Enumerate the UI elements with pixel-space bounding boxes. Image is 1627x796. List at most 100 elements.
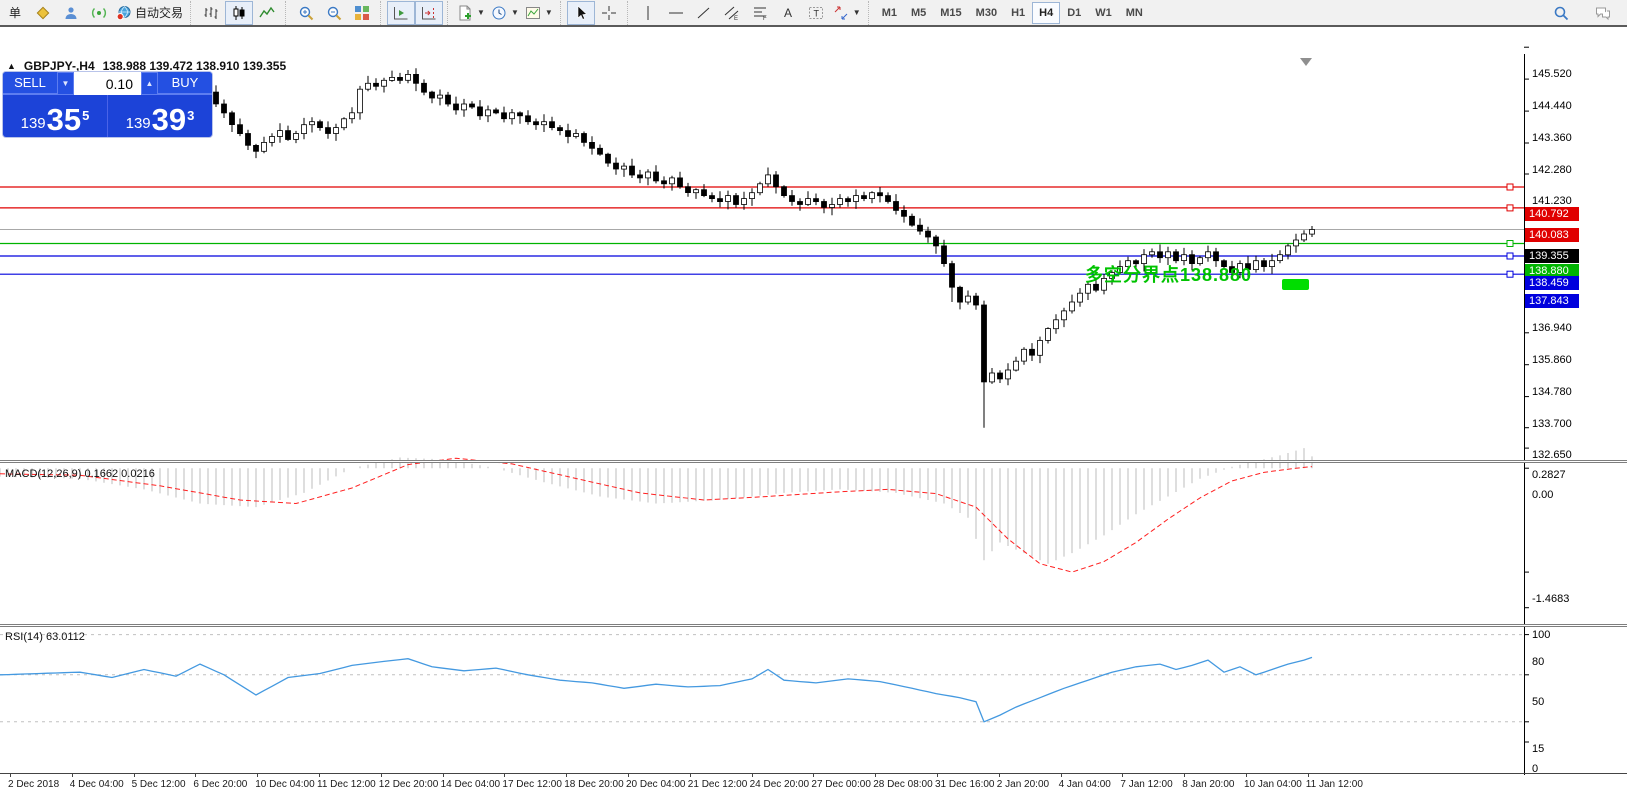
price-label-138.459: 138.459 <box>1525 275 1579 290</box>
chart-shift-marker[interactable] <box>1300 58 1312 66</box>
toolbar-group-pointer <box>559 0 627 25</box>
fibonacci-button[interactable]: F <box>746 1 774 25</box>
chart-canvas[interactable] <box>0 27 1627 773</box>
date-tick <box>380 773 382 777</box>
zoom-in-button[interactable] <box>292 1 320 25</box>
date-tick <box>133 773 135 777</box>
gold-icon <box>35 5 51 21</box>
time-axis[interactable]: 2 Dec 2018 4 Dec 04:00 5 Dec 12:00 6 Dec 20… <box>0 773 1627 796</box>
hline-handle-138.880[interactable] <box>1506 240 1514 247</box>
candles-icon <box>231 5 247 21</box>
toolbar-group-zoom <box>285 0 380 25</box>
text-label-button[interactable]: T <box>802 1 830 25</box>
signals-button[interactable] <box>85 1 113 25</box>
chevron-down-icon[interactable]: ▼ <box>545 8 553 17</box>
chart-window[interactable]: ▲ GBPJPY-,H4 138.988 139.472 138.910 139… <box>0 27 1627 790</box>
volume-increase-button[interactable]: ▲ <box>141 72 158 95</box>
buy-button[interactable]: BUY <box>158 72 212 95</box>
date-tick <box>1122 773 1124 777</box>
template-icon <box>525 5 541 21</box>
bull-bear-line-annotation: 多空分界点138.880 <box>1085 265 1253 285</box>
tf-m1[interactable]: M1 <box>875 2 904 24</box>
hline-handle-140.083[interactable] <box>1506 204 1514 212</box>
tile-windows-button[interactable] <box>348 1 376 25</box>
tf-m1-label: M1 <box>881 6 897 19</box>
indicators-button[interactable]: ▼ <box>454 1 488 25</box>
price-tick-144.440: 144.440 <box>1532 100 1572 113</box>
price-tick-132.650: 132.650 <box>1532 448 1572 461</box>
cursor-button[interactable] <box>566 0 595 25</box>
toolbar-group-insert: ▼ ▼ ▼ <box>447 0 560 25</box>
zoom-out-button[interactable] <box>320 1 348 25</box>
chart-shift-button[interactable] <box>415 0 444 25</box>
tf-mn[interactable]: MN <box>1119 2 1150 24</box>
bar-chart-button[interactable] <box>197 1 225 25</box>
svg-text:A: A <box>784 6 792 20</box>
text-button[interactable]: A <box>774 1 802 25</box>
new-order-button[interactable]: 单 <box>1 1 29 25</box>
one-click-collapse-arrow[interactable]: ▲ <box>7 61 16 71</box>
metaeditor-button[interactable] <box>29 1 57 25</box>
toolbar-group-scroll <box>380 0 447 25</box>
hline-handle-137.843[interactable] <box>1506 270 1514 278</box>
buy-price-big: 39 <box>151 102 187 137</box>
arrows-button[interactable]: ▼ <box>830 1 864 25</box>
chevron-down-icon[interactable]: ▼ <box>853 8 861 17</box>
price-tick-134.780: 134.780 <box>1532 385 1572 398</box>
price-tick-136.940: 136.940 <box>1532 321 1572 334</box>
trade-panel-top-row: SELL ▼ 0.10 ▲ BUY <box>3 72 212 95</box>
volume-input[interactable]: 0.10 <box>74 72 141 95</box>
line-chart-button[interactable] <box>253 1 281 25</box>
rsi-pane-separator[interactable] <box>0 624 1627 627</box>
date-label: 10 Dec 04:00 <box>255 779 315 790</box>
crosshair-button[interactable] <box>595 1 623 25</box>
tf-m15[interactable]: M15 <box>933 2 968 24</box>
candlestick-chart-button[interactable] <box>225 0 254 25</box>
globe-icon <box>116 5 132 21</box>
tf-m5[interactable]: M5 <box>904 2 933 24</box>
community-button[interactable] <box>57 1 85 25</box>
one-click-trading-panel: SELL ▼ 0.10 ▲ BUY 139 35 5 139 39 3 <box>3 72 212 137</box>
chat-button[interactable] <box>1589 1 1617 25</box>
autotrading-button[interactable]: 自动交易 <box>113 1 186 25</box>
macd-pane-separator[interactable] <box>0 460 1627 463</box>
chevron-down-icon[interactable]: ▼ <box>477 8 485 17</box>
tf-d1[interactable]: D1 <box>1060 2 1088 24</box>
tf-w1[interactable]: W1 <box>1088 2 1119 24</box>
price-tick-133.700: 133.700 <box>1532 417 1572 430</box>
hline-handle-138.459[interactable] <box>1506 252 1514 260</box>
tf-d1-label: D1 <box>1067 6 1082 19</box>
price-tick-135.860: 135.860 <box>1532 353 1572 366</box>
tiles-icon <box>354 5 370 21</box>
tf-h4[interactable]: H4 <box>1032 1 1061 24</box>
date-label: 31 Dec 16:00 <box>935 779 995 790</box>
sell-price[interactable]: 139 35 5 <box>3 95 108 137</box>
sell-button[interactable]: SELL <box>3 72 57 95</box>
date-label: 12 Dec 20:00 <box>378 779 439 790</box>
tf-m30[interactable]: M30 <box>969 2 1004 24</box>
periods-button[interactable]: ▼ <box>488 1 522 25</box>
hline-handle-140.792[interactable] <box>1506 183 1514 191</box>
person-icon <box>63 5 79 21</box>
date-label: 27 Dec 00:00 <box>811 779 871 790</box>
tf-m30-label: M30 <box>975 6 998 19</box>
bid-price-label: 139.355 <box>1525 249 1579 264</box>
trend-icon <box>696 5 712 21</box>
macd-tick-0.00: 0.00 <box>1532 489 1554 502</box>
buy-price[interactable]: 139 39 3 <box>108 95 212 137</box>
equidistant-channel-button[interactable]: E <box>718 1 746 25</box>
tf-m15-label: M15 <box>940 6 962 19</box>
auto-scroll-button[interactable] <box>387 0 416 25</box>
rsi-tick-0: 0 <box>1532 762 1539 775</box>
autotrading-button-label: 自动交易 <box>135 6 184 20</box>
horizontal-line-button[interactable] <box>662 1 690 25</box>
tf-h1[interactable]: H1 <box>1004 2 1032 24</box>
volume-decrease-button[interactable]: ▼ <box>57 72 74 95</box>
chevron-down-icon[interactable]: ▼ <box>511 8 519 17</box>
templates-button[interactable]: ▼ <box>522 1 556 25</box>
search-button[interactable] <box>1547 1 1575 25</box>
date-tick <box>566 773 568 777</box>
linechart-icon <box>259 5 275 21</box>
trendline-button[interactable] <box>690 1 718 25</box>
vertical-line-button[interactable] <box>634 1 662 25</box>
